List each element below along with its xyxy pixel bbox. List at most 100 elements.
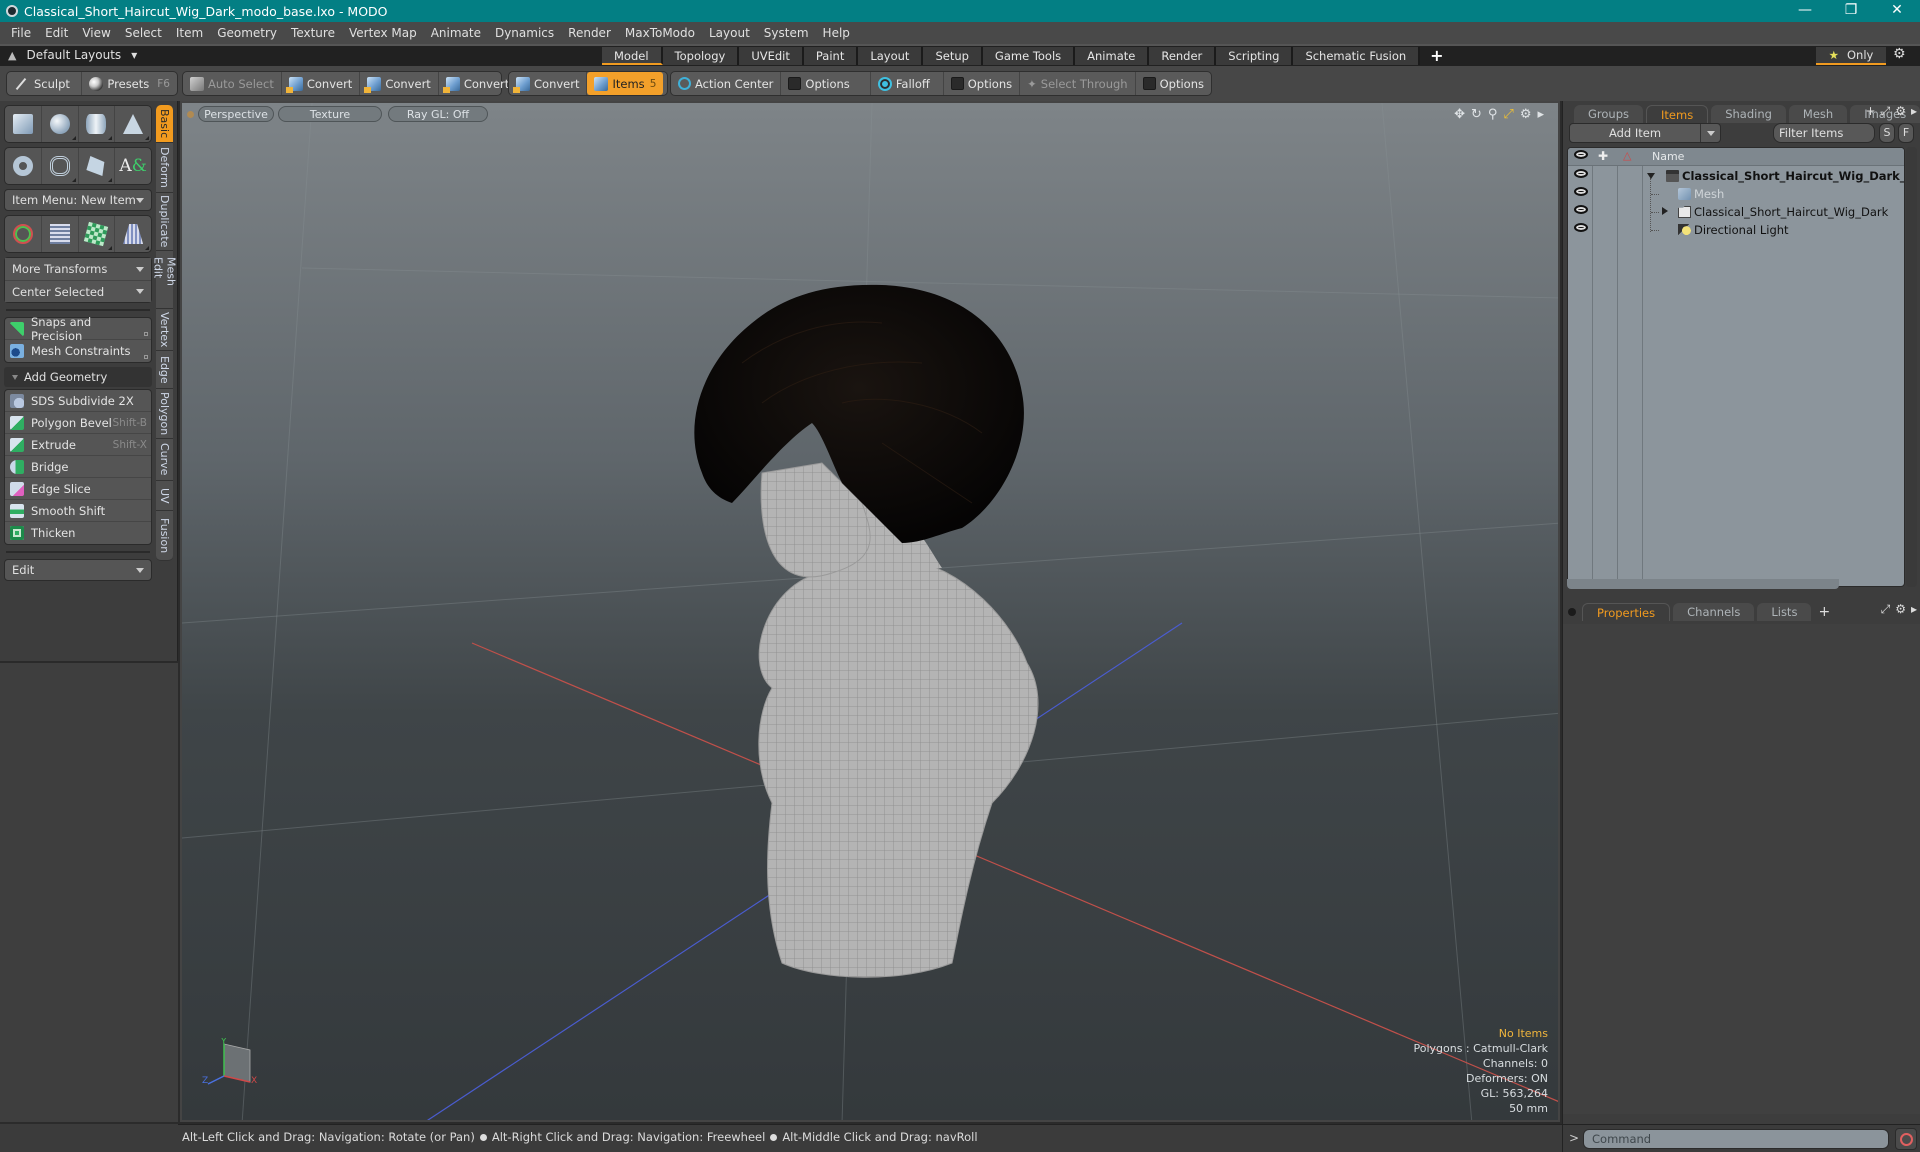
- falloff-button[interactable]: Falloff: [871, 72, 944, 95]
- tree-row-scene[interactable]: Classical_Short_Haircut_Wig_Dark_ ...: [1568, 167, 1904, 185]
- tab-schematic-fusion[interactable]: Schematic Fusion: [1293, 47, 1421, 65]
- filter-items-input[interactable]: Filter Items: [1773, 123, 1875, 143]
- tree-row-mesh[interactable]: Mesh: [1568, 185, 1904, 203]
- record-macro-button[interactable]: [1895, 1128, 1917, 1150]
- tab-paint[interactable]: Paint: [803, 47, 859, 65]
- panel-gear-icon[interactable]: ⚙: [1895, 104, 1906, 119]
- visibility-eye-icon[interactable]: [1574, 187, 1588, 196]
- menu-select[interactable]: Select: [118, 26, 169, 40]
- tab-topology[interactable]: Topology: [662, 47, 740, 65]
- panel-expand-icon[interactable]: ▸: [1911, 602, 1917, 617]
- f-filter-button[interactable]: F: [1898, 123, 1914, 143]
- cylinder-tool[interactable]: [79, 106, 116, 142]
- raygl-button[interactable]: Ray GL: Off: [388, 106, 488, 122]
- maximize-panel-icon[interactable]: ⤢: [1881, 602, 1891, 617]
- tab-animate[interactable]: Animate: [1075, 47, 1150, 65]
- menu-geometry[interactable]: Geometry: [210, 26, 284, 40]
- add-tab-button[interactable]: +: [1818, 603, 1830, 621]
- pen-polygon-tool[interactable]: [79, 148, 116, 184]
- visibility-eye-icon[interactable]: [1574, 223, 1588, 232]
- text-tool[interactable]: A&: [115, 148, 151, 184]
- bridge-button[interactable]: Bridge: [5, 456, 151, 478]
- maximize-icon[interactable]: ⤢: [1503, 107, 1513, 122]
- tab-scripting[interactable]: Scripting: [1216, 47, 1294, 65]
- tab-channels[interactable]: Channels: [1673, 603, 1755, 621]
- tab-render[interactable]: Render: [1149, 47, 1217, 65]
- convert-vertices-button[interactable]: Convert: [282, 72, 361, 95]
- auto-select-button[interactable]: Auto Select: [183, 72, 282, 95]
- items-mode-button[interactable]: Items 5: [587, 72, 664, 95]
- tab-uvedit[interactable]: UVEdit: [739, 47, 804, 65]
- menu-render[interactable]: Render: [561, 26, 618, 40]
- rotate-icon[interactable]: ↻: [1471, 107, 1482, 122]
- menu-maxtomodo[interactable]: MaxToModo: [618, 26, 702, 40]
- item-menu-dropdown[interactable]: Item Menu: New Item: [4, 189, 152, 211]
- more-transforms-dropdown[interactable]: More Transforms: [5, 258, 151, 280]
- axis-column-icon[interactable]: △: [1623, 149, 1631, 162]
- command-input[interactable]: [1583, 1129, 1889, 1149]
- add-tab-button[interactable]: +: [1420, 47, 1453, 65]
- menu-vertex-map[interactable]: Vertex Map: [342, 26, 424, 40]
- cube-tool[interactable]: [5, 106, 42, 142]
- tab-setup[interactable]: Setup: [923, 47, 983, 65]
- tab-mesh[interactable]: Mesh ...: [1788, 105, 1848, 139]
- sculpt-button[interactable]: Sculpt: [7, 72, 83, 95]
- vtab-mesh-edit[interactable]: Mesh Edit: [152, 251, 178, 309]
- tree-row-light[interactable]: Directional Light: [1568, 221, 1904, 239]
- menu-view[interactable]: View: [75, 26, 117, 40]
- transform-tool[interactable]: [5, 216, 42, 252]
- tab-items[interactable]: Items: [1646, 105, 1709, 123]
- convert-polygons-button[interactable]: Convert: [439, 72, 516, 95]
- lock-column-icon[interactable]: ✚: [1598, 149, 1608, 163]
- tab-lists[interactable]: Lists: [1757, 603, 1812, 621]
- vtab-vertex[interactable]: Vertex: [156, 309, 173, 351]
- expand-arrow-icon[interactable]: ▸: [1537, 107, 1544, 122]
- sds-subdivide-button[interactable]: SDS Subdivide 2X: [5, 390, 151, 412]
- sphere-tool[interactable]: [42, 106, 79, 142]
- menu-dynamics[interactable]: Dynamics: [488, 26, 561, 40]
- panel-gear-icon[interactable]: ⚙: [1895, 602, 1906, 617]
- snaps-and-precision-button[interactable]: Snaps and Precision: [5, 315, 151, 343]
- 3d-viewport[interactable]: Perspective Texture Ray GL: Off ✥ ↻ ⚲ ⤢ …: [180, 101, 1560, 1122]
- taper-tool[interactable]: [115, 216, 151, 252]
- vtab-duplicate[interactable]: Duplicate: [156, 193, 173, 251]
- falloff-options-button[interactable]: Options: [944, 72, 1021, 95]
- viewport-gear-icon[interactable]: ⚙: [1520, 107, 1532, 122]
- restore-button[interactable]: ❐: [1828, 0, 1874, 22]
- tab-layout[interactable]: Layout: [858, 47, 924, 65]
- presets-button[interactable]: Presets F6: [82, 72, 177, 95]
- edge-slice-button[interactable]: Edge Slice: [5, 478, 151, 500]
- collapse-arrow-icon[interactable]: ▲: [8, 49, 16, 62]
- maximize-panel-icon[interactable]: ⤢: [1881, 104, 1891, 119]
- select-through-options-button[interactable]: Options: [1136, 72, 1211, 95]
- minimize-button[interactable]: —: [1782, 0, 1828, 22]
- menu-edit[interactable]: Edit: [38, 26, 75, 40]
- zoom-icon[interactable]: ⚲: [1488, 107, 1498, 122]
- action-center-options-button[interactable]: Options: [781, 72, 871, 95]
- tab-game-tools[interactable]: Game Tools: [982, 47, 1076, 65]
- center-selected-dropdown[interactable]: Center Selected: [5, 280, 151, 302]
- viewport-menu-dot[interactable]: [187, 111, 194, 118]
- menu-layout[interactable]: Layout: [702, 26, 757, 40]
- vtab-polygon[interactable]: Polygon: [156, 389, 173, 439]
- convert-edges-button[interactable]: Convert: [360, 72, 439, 95]
- polygon-bevel-button[interactable]: Polygon Bevel Shift-B: [5, 412, 151, 434]
- panel-menu-dot[interactable]: [1568, 608, 1576, 616]
- add-item-dropdown[interactable]: [1700, 124, 1720, 142]
- vtab-uv[interactable]: UV: [156, 481, 173, 511]
- add-item-button[interactable]: Add Item: [1569, 123, 1721, 143]
- action-center-button[interactable]: Action Center: [671, 72, 782, 95]
- spring-tool[interactable]: [42, 148, 79, 184]
- shading-mode-button[interactable]: Texture: [278, 106, 382, 122]
- lattice-tool[interactable]: [42, 216, 79, 252]
- mesh-constraints-button[interactable]: Mesh Constraints: [5, 340, 151, 362]
- expand-triangle-icon[interactable]: [1662, 207, 1668, 215]
- items-vertical-scrollbar[interactable]: [1906, 147, 1917, 587]
- tab-shading[interactable]: Shading: [1711, 105, 1786, 123]
- tab-model[interactable]: Model: [602, 47, 663, 65]
- edit-dropdown[interactable]: Edit: [4, 559, 152, 581]
- menu-texture[interactable]: Texture: [284, 26, 342, 40]
- visibility-eye-icon[interactable]: [1574, 205, 1588, 214]
- cone-tool[interactable]: [115, 106, 151, 142]
- view-mode-button[interactable]: Perspective: [198, 106, 274, 122]
